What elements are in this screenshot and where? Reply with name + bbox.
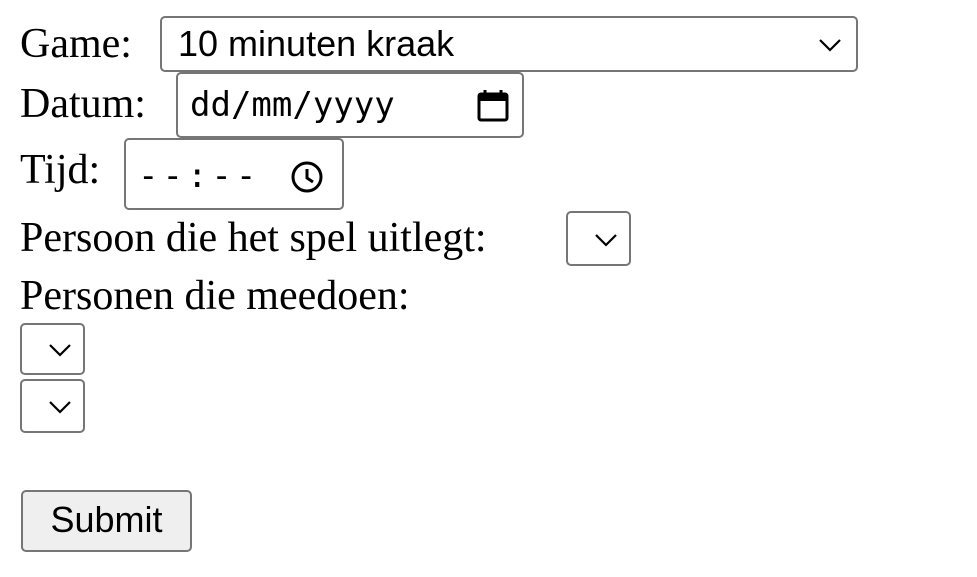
- datum-placeholder: dd/mm/yyyy: [190, 85, 395, 125]
- deelnemer-select-2[interactable]: [20, 379, 85, 433]
- datum-label: Datum:: [20, 81, 146, 127]
- game-label: Game:: [20, 21, 132, 67]
- chevron-down-icon: [595, 234, 617, 247]
- chevron-down-icon: [49, 401, 71, 414]
- chevron-down-icon: [819, 39, 841, 52]
- deelnemer-select-1[interactable]: [20, 323, 85, 375]
- submit-button[interactable]: Submit: [21, 490, 192, 552]
- calendar-icon[interactable]: [476, 89, 510, 123]
- deelnemers-label: Personen die meedoen:: [20, 273, 410, 319]
- game-select[interactable]: 10 minuten kraak: [160, 16, 858, 72]
- tijd-input[interactable]: --:--: [124, 138, 344, 210]
- tijd-placeholder: --:--: [138, 156, 261, 196]
- chevron-down-icon: [49, 344, 71, 357]
- game-select-value: 10 minuten kraak: [178, 23, 455, 64]
- uitleg-select[interactable]: [566, 211, 631, 266]
- uitleg-label: Persoon die het spel uitlegt:: [20, 215, 487, 261]
- clock-icon[interactable]: [290, 160, 324, 194]
- datum-input[interactable]: dd/mm/yyyy: [176, 72, 524, 138]
- tijd-label: Tijd:: [20, 147, 101, 193]
